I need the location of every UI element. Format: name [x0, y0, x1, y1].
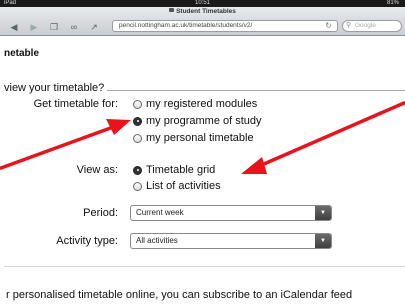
period-select[interactable]: Current week ▼: [130, 205, 332, 221]
search-field[interactable]: ⚲ Google: [342, 20, 402, 32]
bookmarks-icon[interactable]: ∞: [68, 22, 80, 32]
reload-icon[interactable]: ↻: [325, 21, 332, 31]
radio-registered-modules[interactable]: [133, 99, 142, 109]
activity-type-select[interactable]: All activities ▼: [130, 233, 332, 249]
chevron-down-icon: ▼: [315, 206, 331, 220]
lock-icon: [169, 8, 175, 13]
radio-list-of-activities[interactable]: [133, 181, 142, 191]
option-timetable-grid[interactable]: Timetable grid: [133, 164, 215, 176]
search-icon: ⚲: [346, 22, 352, 29]
share-icon[interactable]: ↗: [88, 22, 100, 32]
chevron-down-icon: ▼: [315, 234, 331, 248]
radio-programme-of-study[interactable]: [133, 116, 142, 126]
clock: 10:51: [194, 0, 210, 6]
status-bar: iPad 10:51 81%: [0, 0, 405, 7]
option-personal-timetable[interactable]: my personal timetable: [133, 132, 254, 144]
tabs-icon[interactable]: ❐: [48, 22, 60, 32]
annotation-arrow-right: [241, 101, 405, 174]
battery-level: 81%: [386, 0, 399, 6]
forward-icon[interactable]: ▶: [28, 22, 40, 32]
option-programme-of-study[interactable]: my programme of study: [133, 115, 262, 127]
period-label: Period:: [83, 207, 118, 219]
page-title: netable: [4, 48, 40, 59]
fieldset-legend: view your timetable?: [4, 82, 108, 94]
ical-info-text: r personalised timetable online, you can…: [6, 289, 353, 301]
view-as-label: View as:: [76, 164, 118, 176]
section-divider: [4, 266, 405, 267]
back-icon[interactable]: ◀: [8, 22, 20, 32]
browser-nav-buttons: ◀ ▶ ❐ ∞ ↗: [8, 21, 100, 32]
radio-personal-timetable[interactable]: [133, 133, 142, 143]
annotation-arrow-left: [0, 119, 131, 170]
browser-page-title: Student Timetables: [0, 8, 405, 15]
option-list-of-activities[interactable]: List of activities: [133, 180, 221, 192]
radio-timetable-grid[interactable]: [133, 165, 142, 175]
option-registered-modules[interactable]: my registered modules: [133, 98, 257, 110]
annotation-arrows: [0, 101, 405, 174]
url-field[interactable]: pencil.nottingham.ac.uk/timetable/studen…: [112, 20, 338, 32]
timetable-for-label: Get timetable for:: [33, 98, 118, 110]
activity-type-label: Activity type:: [56, 235, 118, 247]
browser-toolbar: Student Timetables ◀ ▶ ❐ ∞ ↗ pencil.nott…: [0, 7, 405, 36]
